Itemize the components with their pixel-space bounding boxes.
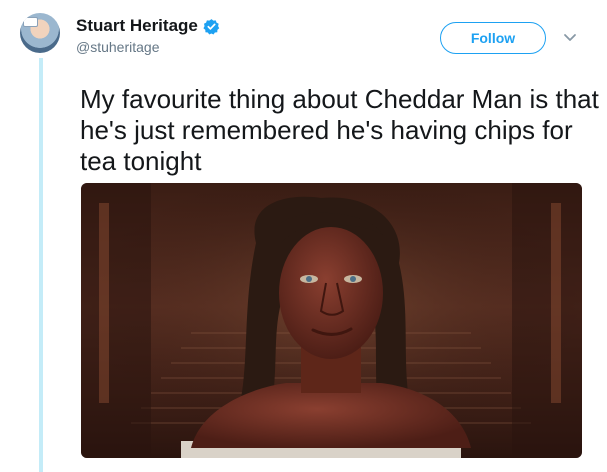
avatar-badge-icon	[23, 17, 38, 27]
author-display-name[interactable]: Stuart Heritage	[76, 16, 198, 36]
tweet-text: My favourite thing about Cheddar Man is …	[80, 84, 599, 176]
verified-badge-icon	[203, 18, 220, 35]
author-handle[interactable]: @stuheritage	[76, 39, 159, 55]
author-name-row: Stuart Heritage	[76, 16, 220, 36]
avatar[interactable]	[20, 13, 60, 53]
follow-button[interactable]: Follow	[440, 22, 546, 54]
thread-line	[39, 58, 43, 472]
tweet-photo[interactable]	[81, 183, 582, 458]
chevron-down-icon[interactable]	[560, 30, 580, 46]
